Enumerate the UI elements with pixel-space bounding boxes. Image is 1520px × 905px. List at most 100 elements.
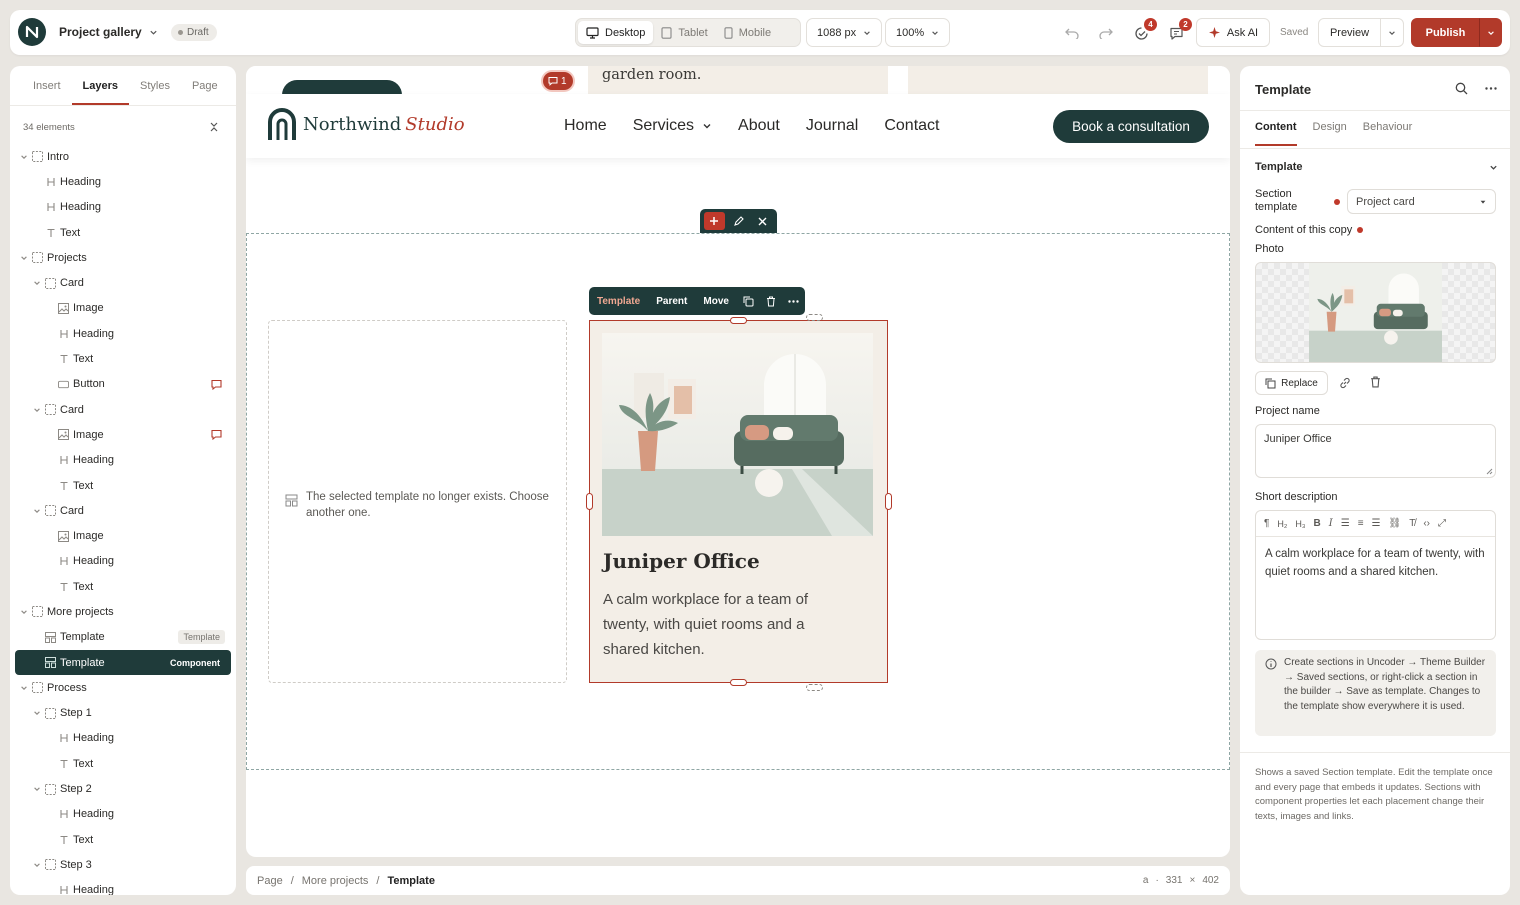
heading2-icon[interactable]: H₂ [1277, 519, 1287, 529]
search-button[interactable] [1455, 82, 1468, 95]
device-tablet[interactable]: Tablet [653, 21, 715, 44]
photo-preview[interactable] [1255, 262, 1496, 363]
layer-section[interactable]: Step 2 [15, 776, 231, 801]
indent-icon[interactable]: ☰ [1372, 518, 1381, 529]
layer-text[interactable]: Text [15, 473, 231, 498]
template-section-header[interactable]: Template [1255, 161, 1302, 173]
resize-handle-top[interactable] [730, 317, 747, 324]
edit-section-button[interactable] [729, 212, 749, 230]
short-description-editor[interactable]: ¶ H₂ H₃ B I ☰ ≡ ☰ ⛓ T̸ ‹› ⤢ A calm workp… [1255, 510, 1496, 640]
link-photo-button[interactable] [1339, 377, 1351, 389]
tab-styles[interactable]: Styles [129, 66, 181, 105]
book-consultation-button[interactable]: Book a consultation [1053, 110, 1209, 143]
chevron-down-icon[interactable] [31, 279, 43, 287]
collapse-all-button[interactable] [208, 121, 220, 133]
bold-icon[interactable]: B [1314, 518, 1321, 529]
duplicate-button[interactable] [737, 296, 760, 307]
tab-layers[interactable]: Layers [71, 66, 129, 105]
resize-handle-bottom[interactable] [730, 679, 747, 686]
layer-template[interactable]: Template Component [15, 649, 231, 676]
app-logo[interactable] [18, 18, 46, 46]
tab-page[interactable]: Page [181, 66, 229, 105]
chevron-down-icon[interactable] [31, 507, 43, 515]
project-card-image[interactable] [602, 333, 873, 536]
layer-section[interactable]: Card [15, 270, 231, 295]
section-template-select[interactable]: Project card [1347, 189, 1496, 214]
activity-button[interactable]: 4 [1130, 18, 1157, 44]
crumb-page[interactable]: Page [257, 875, 283, 887]
layer-heading[interactable]: Heading [15, 802, 231, 827]
section-collapse-button[interactable] [1489, 163, 1498, 172]
project-switcher[interactable]: Project gallery [59, 25, 158, 39]
redo-button[interactable] [1095, 22, 1117, 44]
comment-pin[interactable]: 1 [543, 72, 573, 90]
project-name-field[interactable]: Juniper Office [1255, 424, 1496, 478]
layer-heading[interactable]: Heading [15, 878, 231, 895]
more-button[interactable] [782, 299, 805, 303]
missing-template-placeholder[interactable]: The selected template no longer exists. … [268, 320, 567, 683]
remove-section-button[interactable] [753, 212, 773, 230]
nav-about[interactable]: About [738, 117, 780, 135]
chevron-down-icon[interactable] [31, 406, 43, 414]
heading3-icon[interactable]: H₃ [1295, 519, 1305, 529]
layer-section[interactable]: Step 1 [15, 701, 231, 726]
layer-heading[interactable]: Heading [15, 549, 231, 574]
chevron-down-icon[interactable] [18, 684, 30, 692]
tab-content[interactable]: Content [1255, 121, 1297, 146]
code-icon[interactable]: ‹› [1423, 518, 1430, 529]
layer-heading[interactable]: Heading [15, 321, 231, 346]
spacing-handle[interactable] [806, 684, 823, 691]
clear-format-icon[interactable]: T̸ [1409, 518, 1415, 529]
preview-button[interactable]: Preview [1318, 18, 1381, 47]
tab-behaviour[interactable]: Behaviour [1363, 121, 1413, 146]
layer-section[interactable]: Intro [15, 144, 231, 169]
ask-ai-button[interactable]: Ask AI [1196, 18, 1270, 47]
layer-button[interactable]: Button [15, 372, 231, 397]
layer-image[interactable]: Image [15, 523, 231, 548]
panel-more-button[interactable] [1485, 87, 1497, 90]
add-section-button[interactable] [704, 212, 725, 230]
layer-heading[interactable]: Heading [15, 195, 231, 220]
toolbar-parent[interactable]: Parent [648, 296, 695, 307]
chevron-down-icon[interactable] [18, 153, 30, 161]
layer-section[interactable]: Projects [15, 245, 231, 270]
nav-home[interactable]: Home [564, 117, 607, 135]
layer-section[interactable]: Process [15, 675, 231, 700]
layer-section[interactable]: Card [15, 397, 231, 422]
resize-handle-left[interactable] [586, 493, 593, 510]
link-icon[interactable]: ⛓ [1389, 518, 1402, 529]
publish-options-button[interactable] [1479, 18, 1502, 47]
nav-services[interactable]: Services [633, 117, 712, 135]
comment-icon[interactable] [211, 429, 222, 441]
delete-photo-button[interactable] [1370, 376, 1381, 388]
zoom-select[interactable]: 100% [885, 18, 951, 47]
chevron-down-icon[interactable] [18, 608, 30, 616]
publish-button[interactable]: Publish [1411, 18, 1480, 47]
layer-text[interactable]: Text [15, 751, 231, 776]
nav-contact[interactable]: Contact [884, 117, 939, 135]
layer-text[interactable]: Text [15, 220, 231, 245]
layer-image[interactable]: Image [15, 296, 231, 321]
paragraph-icon[interactable]: ¶ [1264, 518, 1269, 529]
numbered-list-icon[interactable]: ≡ [1358, 518, 1364, 529]
spacing-handle[interactable] [806, 314, 823, 321]
expand-icon[interactable]: ⤢ [1438, 518, 1446, 529]
site-brand[interactable]: Northwind Studio [268, 108, 465, 140]
crumb-template[interactable]: Template [387, 875, 434, 887]
resize-handle-right[interactable] [885, 493, 892, 510]
layer-text[interactable]: Text [15, 574, 231, 599]
layer-heading[interactable]: Heading [15, 448, 231, 473]
undo-button[interactable] [1061, 22, 1083, 44]
project-card[interactable]: Juniper Office A calm workplace for a te… [589, 320, 888, 683]
chevron-down-icon[interactable] [18, 254, 30, 262]
device-mobile[interactable]: Mobile [716, 21, 779, 44]
layer-image[interactable]: Image [15, 422, 231, 447]
bullet-list-icon[interactable]: ☰ [1341, 518, 1350, 529]
tab-design[interactable]: Design [1313, 121, 1347, 146]
comment-icon[interactable] [211, 379, 222, 390]
layer-heading[interactable]: Heading [15, 169, 231, 194]
preview-options-button[interactable] [1380, 18, 1404, 47]
replace-photo-button[interactable]: Replace [1255, 371, 1328, 395]
comments-button[interactable]: 2 [1165, 18, 1192, 44]
nav-journal[interactable]: Journal [806, 117, 858, 135]
